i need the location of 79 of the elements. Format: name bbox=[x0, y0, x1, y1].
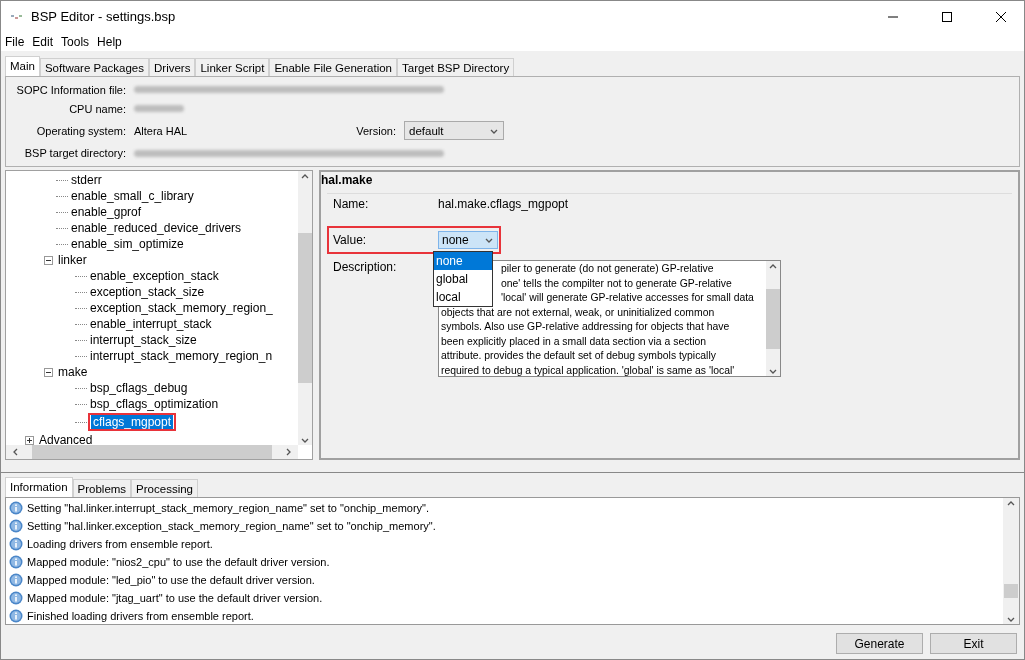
tab[interactable]: Processing bbox=[131, 479, 198, 497]
menu-item[interactable]: Tools bbox=[61, 34, 90, 49]
info-icon bbox=[9, 519, 23, 533]
log-message: Mapped module: "led_pio" to use the default driver version. bbox=[27, 574, 315, 586]
tab[interactable]: Problems bbox=[72, 479, 132, 497]
group-title: hal.make bbox=[321, 173, 374, 187]
tree-item[interactable]: exception_stack_memory_region_ bbox=[88, 301, 275, 315]
minus-box-icon[interactable] bbox=[44, 255, 53, 265]
description-text: been explicitly placed in a small data section via a section bbox=[441, 335, 707, 347]
description-text: objects that are not external, weak, or uninitialized common bbox=[441, 306, 715, 318]
scrollbar-thumb[interactable] bbox=[298, 233, 312, 383]
menu-item[interactable]: Help bbox=[97, 34, 122, 49]
tree-item[interactable]: Advanced bbox=[37, 433, 95, 445]
menu-item[interactable]: File bbox=[5, 34, 25, 49]
description-text: required to debug a typical application. 'global' is same as 'local' bbox=[441, 364, 735, 376]
close-icon[interactable] bbox=[996, 11, 1006, 22]
field-label: Operating system: bbox=[35, 124, 127, 137]
tree-item[interactable]: enable_sim_optimize bbox=[69, 237, 186, 251]
log-message: Mapped module: "nios2_cpu" to use the default driver version. bbox=[27, 556, 330, 568]
app-icon bbox=[11, 12, 23, 21]
generate-button[interactable]: Generate bbox=[836, 633, 923, 654]
tree-item[interactable]: enable_interrupt_stack bbox=[88, 317, 214, 331]
field-label: BSP target directory: bbox=[23, 147, 127, 160]
log-message: Finished loading drivers from ensemble report. bbox=[27, 610, 254, 622]
description-text: symbols. Also use GP-relative addressing for objects that have bbox=[441, 321, 730, 332]
tree-item[interactable]: enable_reduced_device_drivers bbox=[69, 221, 244, 235]
field-value: hal.make.cflags_mgpopt bbox=[438, 197, 569, 211]
tree-item[interactable]: interrupt_stack_memory_region_n bbox=[88, 349, 275, 363]
tree-item[interactable]: stderr bbox=[69, 173, 104, 187]
tab[interactable]: Target BSP Directory bbox=[397, 58, 515, 76]
field-label: Version: bbox=[355, 124, 397, 137]
field-label: Name: bbox=[333, 197, 370, 211]
window-title: BSP Editor - settings.bsp bbox=[31, 9, 177, 24]
tab[interactable]: Software Packages bbox=[39, 58, 150, 76]
scrollbar-thumb[interactable] bbox=[766, 288, 780, 349]
tree-item[interactable]: bsp_cflags_debug bbox=[88, 381, 190, 395]
log-message: Setting "hal.linker.exception_stack_memory_region_name" set to "onchip_memory". bbox=[27, 520, 436, 532]
tree-item[interactable]: cflags_mgpopt bbox=[91, 415, 174, 429]
tab[interactable]: Information bbox=[5, 477, 73, 497]
field-label: Description: bbox=[333, 260, 398, 274]
description-text: one' tells the compilter not to generate GP-relative bbox=[501, 277, 732, 289]
tree-item[interactable]: bsp_cflags_optimization bbox=[88, 397, 221, 411]
menu-item[interactable]: Edit bbox=[32, 34, 54, 49]
field-value: Altera HAL bbox=[134, 124, 189, 137]
description-text: attribute. provides the default set of debug symbols typically bbox=[441, 350, 716, 361]
tab[interactable]: Drivers bbox=[149, 58, 196, 76]
tree-item[interactable]: enable_small_c_library bbox=[69, 189, 196, 203]
log-message: Mapped module: "jtag_uart" to use the default driver version. bbox=[27, 592, 323, 604]
minus-box-icon[interactable] bbox=[44, 367, 53, 377]
description-text: 'local' will generate GP-relative accesses for small data bbox=[501, 292, 754, 303]
field-label: SOPC Information file: bbox=[15, 83, 127, 96]
plus-box-icon[interactable] bbox=[25, 435, 34, 445]
log-message: Setting "hal.linker.interrupt_stack_memory_region_name" set to "onchip_memory". bbox=[27, 502, 430, 514]
tree-item[interactable]: interrupt_stack_size bbox=[88, 333, 199, 347]
tree-item[interactable]: enable_gprof bbox=[69, 205, 144, 219]
info-icon bbox=[9, 537, 23, 551]
info-icon bbox=[9, 501, 23, 515]
blurred-value bbox=[134, 105, 184, 113]
maximize-icon[interactable] bbox=[942, 11, 952, 22]
tab[interactable]: Enable File Generation bbox=[269, 58, 397, 76]
log-message: Loading drivers from ensemble report. bbox=[27, 538, 213, 550]
tree-item[interactable]: exception_stack_size bbox=[88, 285, 207, 299]
dropdown-option[interactable]: none bbox=[434, 252, 492, 270]
info-icon bbox=[9, 573, 23, 587]
scrollbar-thumb[interactable] bbox=[32, 445, 272, 459]
field-label: Value: bbox=[333, 233, 368, 247]
tab[interactable]: Linker Script bbox=[195, 58, 270, 76]
tree-item[interactable]: enable_exception_stack bbox=[88, 269, 221, 283]
scrollbar-thumb[interactable] bbox=[1004, 584, 1018, 598]
tab[interactable]: Main bbox=[5, 56, 40, 76]
field-label: CPU name: bbox=[68, 102, 127, 115]
value-dropdown[interactable]: none bbox=[438, 231, 498, 249]
info-icon bbox=[9, 555, 23, 569]
tree-item[interactable]: linker bbox=[56, 253, 89, 267]
exit-button[interactable]: Exit bbox=[930, 633, 1017, 654]
description-text: piler to generate (do not generate) GP-relative bbox=[501, 263, 714, 274]
info-icon bbox=[9, 591, 23, 605]
tree-item[interactable]: make bbox=[56, 365, 90, 379]
version-dropdown[interactable]: default bbox=[404, 121, 504, 141]
